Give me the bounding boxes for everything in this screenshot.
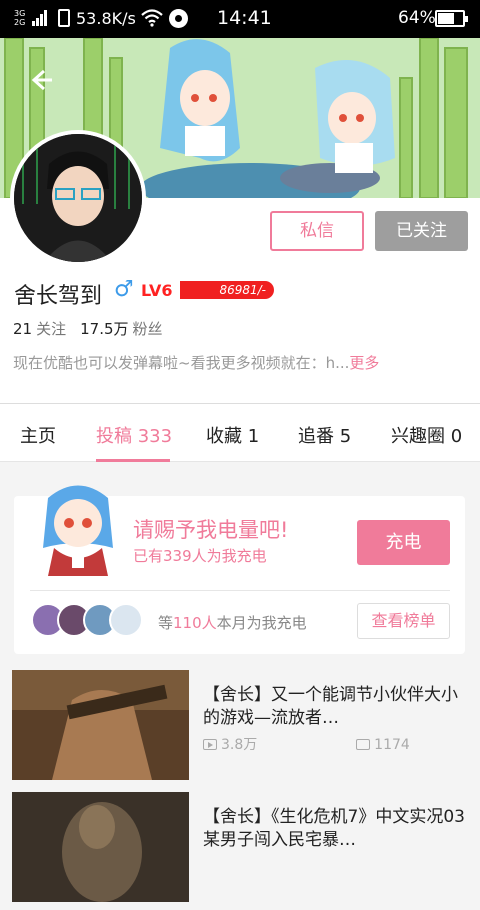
view-ranking-button[interactable]: 查看榜单 [357, 603, 450, 639]
play-count: 3.8万 [221, 737, 258, 753]
play-count-icon [203, 739, 217, 750]
tab-interest-circle[interactable]: 兴趣圈 0 [391, 422, 462, 448]
following-count[interactable]: 21 [13, 320, 32, 338]
list-item[interactable]: 【舍长】又一个能调节小伙伴大小的游戏—流放者… 3.8万 1174 [0, 670, 480, 788]
male-icon: ♂ [114, 277, 134, 302]
fans-count[interactable]: 17.5万 [80, 320, 128, 338]
active-tab-indicator [96, 459, 170, 462]
tab-uploads[interactable]: 投稿 333 [96, 422, 172, 448]
wifi-icon [141, 9, 163, 27]
avatar[interactable] [10, 130, 146, 266]
video-title: 【舍长】《生化危机7》中文实况03 某男子闯入民宅暴… [203, 807, 465, 850]
experience-bar: 86981/- [180, 281, 274, 299]
tab-favorites[interactable]: 收藏 1 [206, 422, 259, 448]
video-thumbnail[interactable] [12, 792, 189, 902]
back-arrow-icon[interactable] [28, 66, 58, 96]
divider [30, 590, 450, 591]
network-type: 3G 2G [14, 9, 26, 27]
mascot-image [28, 478, 128, 576]
media-icon [169, 9, 188, 28]
fans-label[interactable]: 粉丝 [133, 320, 163, 338]
level-badge: LV6 [141, 281, 173, 300]
monthly-supporters: 等110人本月为我充电 [158, 612, 307, 633]
bio: 现在优酷也可以发弹幕啦~看我更多视频就在：h...更多 [13, 352, 379, 373]
bio-more-link[interactable]: 更多 [349, 354, 379, 372]
list-item[interactable]: 【舍长】《生化危机7》中文实况03 某男子闯入民宅暴… [0, 792, 480, 910]
tab-home[interactable]: 主页 [20, 422, 56, 448]
network-speed: 53.8K/s [76, 9, 136, 28]
tv-icon [109, 603, 143, 637]
monthly-prefix: 等 [158, 614, 174, 632]
message-button[interactable]: 私信 [270, 211, 364, 251]
video-thumbnail[interactable] [12, 670, 189, 780]
battery-percent: 64% [398, 8, 436, 28]
status-bar: 3G 2G 53.8K/s 14:41 64% [0, 0, 480, 38]
follow-stats: 21 关注 17.5万 粉丝 [13, 318, 177, 339]
followed-button[interactable]: 已关注 [375, 211, 468, 251]
clock: 14:41 [217, 7, 272, 29]
bio-text: 现在优酷也可以发弹幕啦~看我更多视频就在：h... [13, 354, 350, 372]
video-meta: 3.8万 1174 [203, 734, 410, 754]
video-title: 【舍长】又一个能调节小伙伴大小的游戏—流放者… [203, 685, 458, 728]
tab-bangumi[interactable]: 追番 5 [298, 422, 351, 448]
danmaku-icon [356, 739, 371, 750]
username: 舍长驾到 [14, 284, 103, 309]
supporter-avatars[interactable] [31, 603, 143, 637]
charge-button[interactable]: 充电 [357, 520, 450, 565]
signal-icon [32, 10, 48, 26]
sim-icon [58, 9, 70, 27]
danmaku-count: 1174 [374, 737, 410, 753]
charge-subtitle: 已有339人为我充电 [133, 547, 267, 565]
profile-tabs: 主页 投稿 333 收藏 1 追番 5 兴趣圈 0 [0, 404, 480, 462]
monthly-suffix: 本月为我充电 [216, 614, 307, 632]
following-label[interactable]: 关注 [36, 320, 66, 338]
monthly-count: 110人 [173, 614, 217, 632]
charge-title: 请赐予我电量吧! [133, 518, 289, 542]
battery-icon [435, 10, 468, 27]
